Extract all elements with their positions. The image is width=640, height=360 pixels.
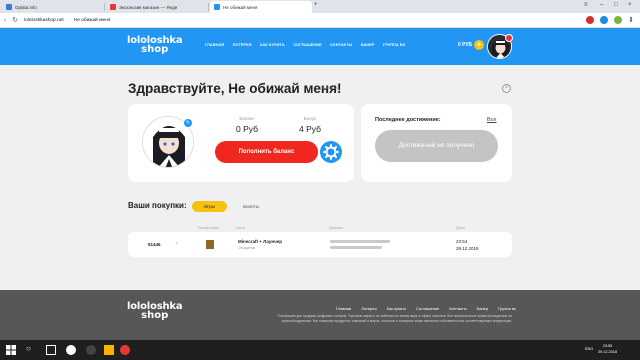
- browser-tab-bar: Oplata.info Эксклюзив магазин — Янде Не …: [0, 0, 640, 13]
- app-icon[interactable]: [86, 345, 96, 355]
- edit-avatar-icon[interactable]: ✎: [183, 118, 193, 128]
- tab-title: Oplata.info: [15, 4, 37, 10]
- extension-icon[interactable]: [600, 16, 609, 24]
- close-icon[interactable]: ×: [502, 84, 511, 93]
- footer-links: Главная Лотерея Как купить Соглашение Ко…: [336, 306, 526, 311]
- nav-lottery[interactable]: ЛОТЕРЕЯ: [233, 43, 252, 47]
- tab-favicon: [6, 4, 12, 10]
- footer-link-agreement[interactable]: Соглашение: [416, 306, 439, 311]
- site-header: lololoshka shop ГЛАВНАЯ ЛОТЕРЕЯ КАК КУПИ…: [0, 28, 640, 65]
- minimize-icon[interactable]: –: [600, 2, 603, 8]
- footer-disclaimer: Платформа для продажи цифровых товаров. …: [277, 314, 513, 323]
- header-balance: 0 РУБ: [458, 42, 473, 48]
- extension-icon[interactable]: [614, 16, 623, 24]
- reload-icon[interactable]: ↻: [10, 16, 20, 24]
- settings-button[interactable]: [320, 141, 342, 163]
- order-id: 51446: [148, 242, 161, 247]
- address-bar: ‹ ↻ lololoshkashop.net Не обижай меня ⬇: [0, 13, 640, 28]
- footer-logo[interactable]: lololoshka shop: [127, 302, 183, 321]
- platform-icon: ✕: [175, 241, 179, 246]
- clock[interactable]: 23:55 29.12.2018: [598, 343, 617, 355]
- minecraft-icon: [206, 240, 214, 249]
- tab-oplata[interactable]: Oplata.info: [2, 1, 102, 13]
- footer-link-banner[interactable]: Банер: [477, 306, 489, 311]
- tab-title: Не обижай меня: [223, 4, 258, 10]
- footer-link-contacts[interactable]: Контакты: [449, 306, 466, 311]
- table-row[interactable]: 51446 ✕ Minecraft + Лаунчер Отмщение 23:…: [128, 232, 512, 257]
- tab-tickets[interactable]: Билеты: [236, 201, 266, 212]
- page-title: Здравствуйте, Не обижай меня!: [128, 81, 342, 96]
- order-status: Отмщение: [238, 246, 256, 250]
- site-logo[interactable]: lololoshka shop: [127, 36, 183, 55]
- tab-title: Эксклюзив магазин — Янде: [119, 4, 178, 10]
- tab-yandex[interactable]: Эксклюзив магазин — Янде: [106, 1, 206, 13]
- add-funds-button[interactable]: +: [474, 40, 484, 50]
- extension-adblock-icon[interactable]: [586, 16, 595, 24]
- yandex-browser-icon[interactable]: [66, 345, 76, 355]
- column-data: Данные: [329, 225, 344, 230]
- bonus-value: 4 Руб: [299, 124, 321, 134]
- gear-icon: [323, 144, 339, 160]
- balance-value: 0 Руб: [236, 124, 258, 134]
- download-icon[interactable]: ⬇: [628, 16, 634, 24]
- footer-link-vk[interactable]: Группа вк: [498, 306, 516, 311]
- close-window-icon[interactable]: ×: [628, 2, 632, 8]
- column-game: Игра: [236, 225, 245, 230]
- user-id: (ID 66302): [320, 86, 338, 90]
- column-platform: Платформа: [197, 225, 219, 230]
- column-date: Дата: [456, 225, 465, 230]
- order-date: 29.12.2018: [456, 246, 479, 251]
- new-tab-icon[interactable]: +: [314, 2, 318, 8]
- purchases-title: Ваши покупки:: [128, 201, 187, 210]
- tab-favicon: [110, 4, 116, 10]
- all-achievements-link[interactable]: Все: [487, 117, 496, 123]
- file-explorer-icon[interactable]: [104, 345, 114, 355]
- balance-label: Баланс: [239, 116, 255, 121]
- windows-start-icon[interactable]: [6, 345, 16, 355]
- back-icon[interactable]: ‹: [0, 17, 10, 24]
- achievement-title: Последнее достижение:: [375, 117, 441, 123]
- nav-vk-group[interactable]: ГРУППА ВК: [383, 43, 405, 47]
- search-icon[interactable]: ○: [26, 344, 36, 354]
- nav-banner[interactable]: БАНЕР: [361, 43, 375, 47]
- extensions-area: ⬇: [586, 16, 634, 24]
- url-field[interactable]: lololoshkashop.net: [24, 18, 64, 23]
- nav-agreement[interactable]: СОГЛАШЕНИЕ: [293, 43, 321, 47]
- nav-how-to-buy[interactable]: КАК КУПИТЬ: [260, 43, 285, 47]
- bonus-label: Бонус: [303, 116, 317, 121]
- menu-icon[interactable]: ≡: [584, 2, 588, 8]
- os-taskbar: ○ ENG 23:55 29.12.2018: [0, 340, 640, 360]
- nav-home[interactable]: ГЛАВНАЯ: [205, 43, 224, 47]
- achievement-card: Последнее достижение: Все Достижений не …: [361, 104, 512, 182]
- opera-icon[interactable]: [120, 345, 130, 355]
- footer-link-home[interactable]: Главная: [336, 306, 351, 311]
- hidden-data: [330, 246, 382, 249]
- hidden-data: [330, 240, 390, 243]
- topup-balance-button[interactable]: Пополнить баланс: [215, 141, 318, 163]
- achievement-status: Достижений не получено: [375, 130, 498, 162]
- game-name: Minecraft + Лаунчер: [238, 239, 282, 244]
- maximize-icon[interactable]: □: [614, 2, 618, 8]
- tab-favicon: [214, 4, 220, 10]
- task-view-icon[interactable]: [46, 345, 56, 355]
- profile-card: ✎ Баланс 0 Руб Бонус 4 Руб Пополнить бал…: [128, 104, 354, 182]
- nav-contacts[interactable]: КОНТАКТЫ: [330, 43, 352, 47]
- tab-active-shop[interactable]: Не обижай меня: [210, 1, 312, 13]
- site-footer: lololoshka shop Главная Лотерея Как купи…: [0, 290, 640, 340]
- notification-badge[interactable]: [505, 34, 513, 42]
- footer-link-lottery[interactable]: Лотерея: [361, 306, 376, 311]
- order-time: 23:54: [456, 239, 468, 244]
- tab-games[interactable]: Игры: [192, 201, 227, 212]
- main-nav: ГЛАВНАЯ ЛОТЕРЕЯ КАК КУПИТЬ СОГЛАШЕНИЕ КО…: [205, 43, 414, 47]
- page-title-in-address: Не обижай меня: [73, 17, 111, 23]
- footer-link-how-to-buy[interactable]: Как купить: [387, 306, 407, 311]
- language-indicator[interactable]: ENG: [585, 347, 593, 351]
